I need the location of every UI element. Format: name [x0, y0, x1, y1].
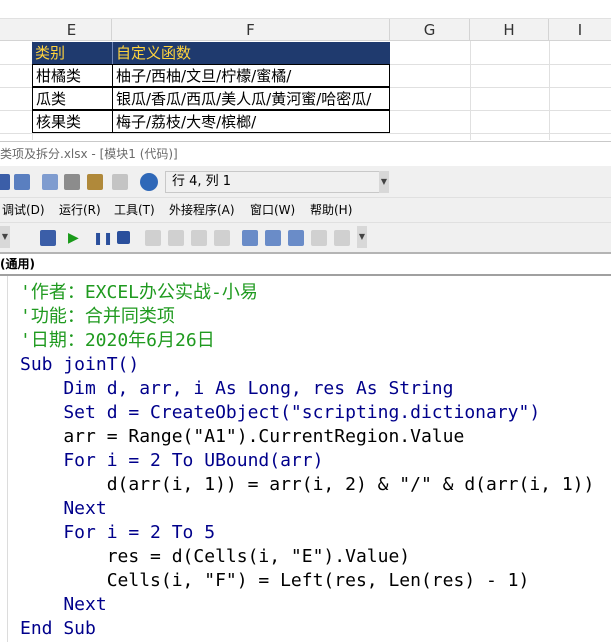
column-header-row: E F G H I — [0, 19, 611, 41]
code-editor[interactable]: '作者：EXCEL办公实战-小易 '功能：合并同类项 '日期：2020年6月26… — [0, 276, 611, 642]
cell-e2[interactable]: 柑橘类 — [32, 64, 113, 87]
code-line: End Sub — [20, 618, 96, 639]
column-header-e[interactable]: E — [32, 19, 112, 41]
code-line: For i = 2 To 5 — [20, 522, 216, 543]
code-line: '作者：EXCEL办公实战-小易 — [20, 282, 258, 303]
menu-debug[interactable]: 调试(D) — [2, 198, 45, 222]
step-over-icon[interactable] — [191, 230, 207, 246]
code-line: arr = Range("A1").CurrentRegion.Value — [20, 426, 465, 447]
code-line: Cells(i, "F") = Left(res, Len(res) - 1) — [20, 570, 530, 591]
toggle-breakpoint-icon[interactable] — [145, 230, 161, 246]
code-line: Set d = CreateObject("scripting.dictiona… — [20, 402, 541, 423]
chevron-down-icon[interactable]: ▼ — [357, 226, 367, 248]
watch-window-icon[interactable] — [288, 230, 304, 246]
menu-addins[interactable]: 外接程序(A) — [169, 198, 235, 222]
column-header-g[interactable]: G — [390, 19, 470, 41]
properties-icon[interactable] — [64, 174, 80, 190]
spreadsheet: E F G H I 类别 自定义函数 柑橘类 柚子/西柚/文旦/柠檬/蜜橘/ 瓜… — [0, 0, 611, 140]
locals-window-icon[interactable] — [242, 230, 258, 246]
object-browser-icon[interactable] — [87, 174, 103, 190]
code-line: res = d(Cells(i, "E").Value) — [20, 546, 411, 567]
column-header-i[interactable]: I — [549, 19, 611, 41]
menu-run[interactable]: 运行(R) — [59, 198, 101, 222]
sheet-top-strip — [0, 0, 611, 19]
quick-watch-icon[interactable] — [311, 230, 327, 246]
column-header-f[interactable]: F — [112, 19, 390, 41]
chevron-down-icon[interactable]: ▼ — [379, 171, 389, 193]
code-margin[interactable] — [0, 276, 8, 642]
toolbox-icon[interactable] — [112, 174, 128, 190]
chevron-down-icon[interactable]: ▼ — [0, 226, 10, 248]
code-line: Sub joinT() — [20, 354, 140, 375]
cell-e4[interactable]: 核果类 — [32, 110, 113, 133]
view-excel-icon[interactable] — [40, 230, 56, 246]
object-dropdown[interactable]: (通用) — [0, 252, 611, 276]
code-line: Next — [20, 498, 107, 519]
pause-icon[interactable]: ❚❚ — [93, 230, 113, 246]
code-line: '功能：合并同类项 — [20, 306, 175, 327]
menu-bar: 调试(D) 运行(R) 工具(T) 外接程序(A) 窗口(W) 帮助(H) — [0, 198, 611, 222]
step-out-icon[interactable] — [214, 230, 230, 246]
vbe-window-title: 类项及拆分.xlsx - [模块1 (代码)] — [0, 141, 611, 166]
menu-window[interactable]: 窗口(W) — [250, 198, 295, 222]
help-icon[interactable] — [140, 173, 158, 191]
insert-module-icon[interactable] — [14, 174, 30, 190]
edit-toolbar: ▼ ▶ ❚❚ ▼ — [0, 222, 611, 252]
project-explorer-icon[interactable] — [42, 174, 58, 190]
stop-icon[interactable] — [117, 231, 130, 244]
cell-e1[interactable]: 类别 — [32, 42, 112, 65]
cursor-position: 行 4, 列 1 — [165, 171, 389, 193]
gridline — [470, 41, 471, 140]
cell-f3[interactable]: 银瓜/香瓜/西瓜/美人瓜/黄河蜜/哈密瓜/ — [112, 87, 390, 110]
code-line: For i = 2 To UBound(arr) — [20, 450, 324, 471]
run-icon[interactable]: ▶ — [68, 230, 84, 246]
column-header-h[interactable]: H — [470, 19, 549, 41]
menu-tools[interactable]: 工具(T) — [114, 198, 155, 222]
cell-f1[interactable]: 自定义函数 — [112, 42, 390, 65]
gridline — [549, 41, 550, 140]
code-line: '日期：2020年6月26日 — [20, 330, 215, 351]
code-line: Next — [20, 594, 107, 615]
gridline — [0, 133, 611, 134]
cell-e3[interactable]: 瓜类 — [32, 87, 113, 110]
view-excel-icon[interactable] — [0, 174, 10, 190]
immediate-window-icon[interactable] — [265, 230, 281, 246]
code-line: d(arr(i, 1)) = arr(i, 2) & "/" & d(arr(i… — [20, 474, 595, 495]
step-into-icon[interactable] — [168, 230, 184, 246]
call-stack-icon[interactable] — [334, 230, 350, 246]
cell-f4[interactable]: 梅子/荔枝/大枣/槟榔/ — [112, 110, 390, 133]
menu-help[interactable]: 帮助(H) — [310, 198, 352, 222]
cell-f2[interactable]: 柚子/西柚/文旦/柠檬/蜜橘/ — [112, 64, 390, 87]
code-line: Dim d, arr, i As Long, res As String — [20, 378, 454, 399]
